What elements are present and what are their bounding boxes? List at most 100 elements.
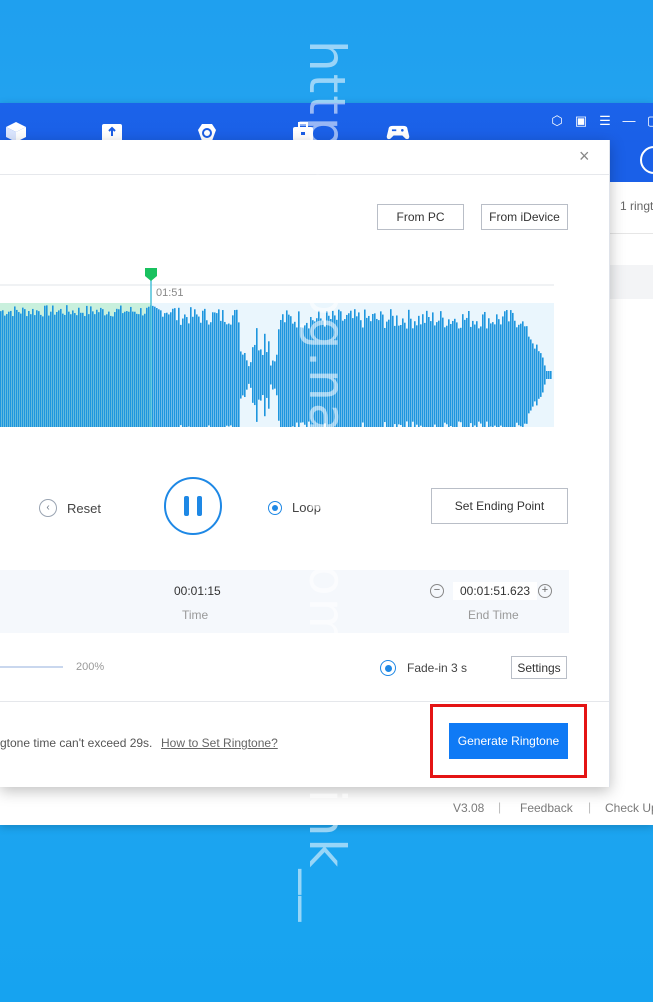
waveform-bar bbox=[446, 325, 448, 425]
set-ending-point-button[interactable]: Set Ending Point bbox=[431, 488, 568, 524]
waveform-bar bbox=[288, 314, 290, 427]
close-icon[interactable]: × bbox=[579, 146, 590, 167]
waveform-bar bbox=[474, 324, 476, 426]
waveform-bar bbox=[6, 314, 8, 427]
waveform-bar bbox=[266, 352, 268, 398]
footer-separator: | bbox=[588, 800, 592, 814]
waveform-bar bbox=[360, 320, 362, 427]
waveform-bar bbox=[518, 324, 520, 426]
waveform-bar bbox=[218, 309, 220, 427]
waveform-bar bbox=[386, 321, 388, 427]
waveform-bar bbox=[124, 311, 126, 427]
play-pause-button[interactable] bbox=[164, 477, 222, 535]
minimize-icon[interactable]: — bbox=[621, 113, 637, 128]
waveform-bar bbox=[32, 308, 34, 427]
waveform-bar bbox=[496, 314, 498, 427]
waveform-bar bbox=[506, 310, 508, 427]
waveform-bar bbox=[240, 351, 242, 399]
waveform-bar bbox=[62, 313, 64, 427]
menu-icon[interactable]: ☰ bbox=[597, 113, 613, 129]
waveform-bar bbox=[120, 305, 122, 427]
waveform-bar bbox=[472, 320, 474, 427]
feedback-link[interactable]: Feedback bbox=[520, 801, 573, 815]
decrease-end-time-button[interactable]: − bbox=[430, 584, 444, 598]
waveform-bar bbox=[206, 320, 208, 427]
how-to-set-ringtone-link[interactable]: How to Set Ringtone? bbox=[161, 736, 278, 750]
waveform-bar bbox=[182, 318, 184, 427]
waveform-bar bbox=[152, 305, 154, 427]
waveform-bar bbox=[186, 317, 188, 427]
waveform-bar bbox=[154, 306, 156, 427]
waveform-bar bbox=[194, 309, 196, 427]
increase-end-time-button[interactable]: + bbox=[538, 584, 552, 598]
waveform-bar bbox=[514, 320, 516, 427]
from-idevice-button[interactable]: From iDevice bbox=[481, 204, 568, 230]
waveform-bar bbox=[2, 310, 4, 427]
waveform-bar bbox=[400, 324, 402, 426]
waveform-bar bbox=[516, 327, 518, 423]
waveform-bar bbox=[106, 314, 108, 427]
waveform-bar bbox=[548, 371, 550, 379]
waveform-bar bbox=[368, 315, 370, 427]
waveform-bar bbox=[428, 317, 430, 427]
waveform-bar bbox=[370, 321, 372, 427]
waveform-bar bbox=[270, 365, 272, 385]
waveform-bar bbox=[508, 321, 510, 427]
waveform-bar bbox=[476, 321, 478, 427]
playhead-marker[interactable] bbox=[145, 268, 157, 281]
waveform-bar bbox=[402, 318, 404, 427]
footer-separator: | bbox=[498, 800, 502, 814]
waveform-bar bbox=[242, 354, 244, 396]
check-update-link[interactable]: Check Up bbox=[605, 801, 653, 815]
waveform-bar bbox=[532, 343, 534, 407]
waveform-bar bbox=[388, 319, 390, 427]
waveform-bar bbox=[440, 311, 442, 427]
waveform-bar bbox=[184, 314, 186, 427]
waveform-bar bbox=[38, 311, 40, 427]
waveform-bar bbox=[66, 305, 68, 427]
waveform-bar bbox=[268, 341, 270, 409]
maximize-icon[interactable]: ▢ bbox=[645, 113, 653, 129]
waveform-bar bbox=[208, 324, 210, 426]
waveform-bar bbox=[384, 327, 386, 423]
time-value: 00:01:15 bbox=[174, 584, 221, 598]
waveform-bar bbox=[292, 323, 294, 427]
waveform-bar bbox=[74, 313, 76, 427]
waveform-bar bbox=[60, 308, 62, 427]
waveform-bar bbox=[50, 311, 52, 427]
waveform-bar bbox=[18, 312, 20, 427]
waveform-bar bbox=[98, 312, 100, 427]
waveform-bar bbox=[438, 320, 440, 427]
loop-radio[interactable] bbox=[268, 500, 282, 515]
waveform-bar bbox=[180, 324, 182, 426]
waveform-bar bbox=[422, 314, 424, 427]
from-pc-button[interactable]: From PC bbox=[377, 204, 464, 230]
waveform-bar bbox=[522, 321, 524, 427]
end-time-label: End Time bbox=[468, 608, 519, 622]
waveform-bar bbox=[138, 314, 140, 427]
waveform-bar bbox=[490, 323, 492, 427]
waveform-bar bbox=[90, 306, 92, 427]
waveform-bar bbox=[244, 352, 246, 398]
waveform-bar bbox=[536, 344, 538, 406]
audio-waveform[interactable] bbox=[0, 265, 554, 427]
reset-control[interactable]: ‹ Reset bbox=[39, 499, 101, 517]
waveform-bar bbox=[394, 325, 396, 425]
end-time-value[interactable]: 00:01:51.623 bbox=[453, 582, 538, 600]
window-snap-icon[interactable]: ▣ bbox=[573, 113, 589, 129]
waveform-bar bbox=[230, 324, 232, 426]
settings-button[interactable]: Settings bbox=[511, 656, 567, 679]
waveform-bar bbox=[128, 311, 130, 427]
reset-icon: ‹ bbox=[39, 499, 57, 517]
waveform-bar bbox=[96, 309, 98, 427]
waveform-bar bbox=[80, 312, 82, 427]
volume-slider-track[interactable] bbox=[0, 666, 63, 668]
fade-in-radio[interactable] bbox=[380, 660, 396, 676]
waveform-bar bbox=[14, 306, 16, 427]
waveform-bar bbox=[258, 350, 260, 400]
waveform-bar bbox=[396, 315, 398, 427]
skin-icon[interactable]: ⬡ bbox=[549, 113, 565, 129]
list-item[interactable] bbox=[609, 265, 653, 299]
waveform-bar bbox=[254, 344, 256, 406]
fade-in-control[interactable]: Fade-in 3 s bbox=[380, 660, 467, 676]
